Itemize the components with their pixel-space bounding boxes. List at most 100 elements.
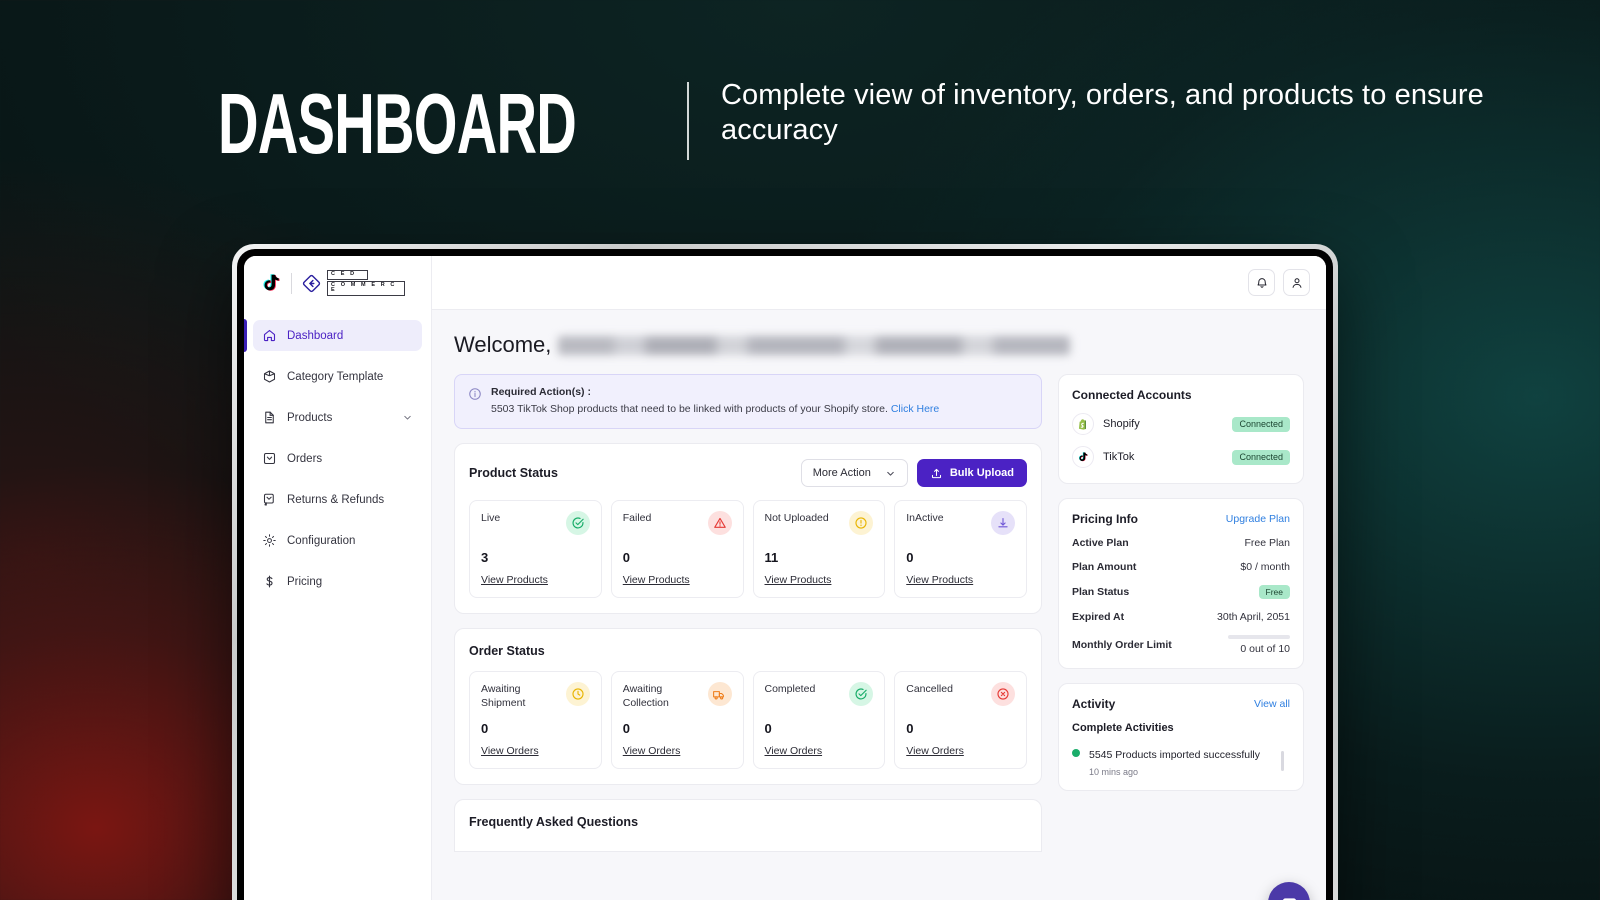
- device-frame: C E D C O M M E R C E Dashboard Category…: [232, 244, 1338, 900]
- activity-header: Activity View all: [1072, 697, 1290, 711]
- truck-icon: [707, 682, 732, 707]
- return-icon: [263, 493, 274, 506]
- chevron-down-icon: [887, 471, 894, 476]
- dollar-icon: [266, 575, 273, 588]
- sidebar-item-configuration[interactable]: Configuration: [253, 525, 422, 556]
- activity-scrollbar[interactable]: [1281, 751, 1284, 771]
- sidebar-item-products[interactable]: Products: [253, 402, 422, 433]
- cancel-circle-icon: [991, 682, 1015, 707]
- upgrade-plan-link[interactable]: Upgrade Plan: [1226, 513, 1290, 525]
- warning-triangle-icon: [707, 511, 732, 536]
- stat-label: Awaiting Collection: [622, 683, 669, 710]
- stat-link-view-products[interactable]: View Products: [481, 574, 590, 586]
- stat-label: Cancelled: [906, 683, 953, 696]
- chevron-down-icon[interactable]: [402, 412, 413, 423]
- sidebar-item-returns-refunds[interactable]: Returns & Refunds: [253, 484, 422, 515]
- activity-card: Activity View all Complete Activities 55…: [1058, 683, 1304, 791]
- profile-button[interactable]: [1283, 269, 1310, 296]
- sidebar-item-label: Orders: [287, 452, 323, 465]
- ced-word-line1: C E D: [327, 270, 368, 280]
- pricing-key: Expired At: [1072, 611, 1125, 623]
- stat-label: Failed: [622, 512, 652, 525]
- stat-link-view-products[interactable]: View Products: [765, 574, 874, 586]
- cedcommerce-logo: C E D C O M M E R C E: [301, 270, 405, 296]
- sidebar-item-category-template[interactable]: Category Template: [253, 361, 422, 392]
- person-icon: [1292, 277, 1301, 288]
- device-bezel: C E D C O M M E R C E Dashboard Category…: [237, 249, 1333, 900]
- order-status-header: Order Status: [469, 644, 1027, 658]
- activity-item: 5545 Products imported successfully 10 m…: [1072, 745, 1290, 777]
- alert-body: Required Action(s) : 5503 TikTok Shop pr…: [491, 386, 939, 417]
- product-status-cards: Live 3 View Products Failed 0 View Produ…: [469, 500, 1027, 599]
- stat-label: Awaiting Shipment: [481, 683, 526, 710]
- stat-card-live[interactable]: Live 3 View Products: [469, 500, 602, 599]
- notifications-button[interactable]: [1248, 269, 1275, 296]
- main-area: Welcome, Required Action(s) : 5503 TikTo…: [432, 256, 1326, 900]
- stat-card-awaiting-shipment[interactable]: Awaiting Shipment 0 View Orders: [469, 671, 602, 770]
- alert-title: Required Action(s) :: [491, 386, 591, 398]
- pricing-info-card: Pricing Info Upgrade Plan Active Plan Fr…: [1058, 498, 1304, 669]
- stat-link-view-products[interactable]: View Products: [906, 574, 1015, 586]
- pricing-value: 30th April, 2051: [1217, 611, 1290, 623]
- sidebar-item-label: Category Template: [287, 370, 384, 383]
- gear-icon: [263, 534, 276, 547]
- alert-click-here-link[interactable]: Click Here: [891, 403, 939, 415]
- stat-link-view-orders[interactable]: View Orders: [623, 745, 732, 757]
- stat-link-view-orders[interactable]: View Orders: [906, 745, 1015, 757]
- bulk-upload-label: Bulk Upload: [949, 467, 1014, 480]
- stat-card-awaiting-collection[interactable]: Awaiting Collection 0 View Orders: [610, 671, 744, 770]
- sidebar-item-orders[interactable]: Orders: [253, 443, 422, 474]
- stat-card-completed[interactable]: Completed 0 View Orders: [752, 671, 886, 770]
- activity-item-text: 5545 Products imported successfully: [1089, 749, 1260, 761]
- stat-top: Awaiting Shipment: [481, 682, 590, 710]
- stat-card-cancelled[interactable]: Cancelled 0 View Orders: [894, 671, 1027, 770]
- activity-list: 5545 Products imported successfully 10 m…: [1072, 745, 1290, 777]
- order-limit-progress-bar: [1228, 635, 1290, 639]
- stat-card-failed[interactable]: Failed 0 View Products: [610, 500, 744, 599]
- sidebar-item-label: Products: [287, 411, 333, 424]
- activity-view-all-link[interactable]: View all: [1254, 698, 1290, 710]
- left-column: Required Action(s) : 5503 TikTok Shop pr…: [454, 374, 1042, 853]
- sidebar-item-dashboard[interactable]: Dashboard: [244, 319, 422, 352]
- pricing-row-monthly-order-limit: Monthly Order Limit 0 out of 10: [1072, 635, 1290, 655]
- activity-item-time: 10 mins ago: [1089, 767, 1139, 777]
- connected-accounts-header: Connected Accounts: [1072, 388, 1290, 402]
- pricing-key: Monthly Order Limit: [1072, 639, 1172, 651]
- account-row-shopify: Shopify Connected: [1072, 413, 1290, 435]
- sidebar-nav: Dashboard Category Template Products Ord…: [244, 310, 431, 597]
- home-icon: [263, 329, 276, 342]
- stat-link-view-orders[interactable]: View Orders: [765, 745, 874, 757]
- stat-label: InActive: [906, 512, 944, 525]
- required-action-alert: Required Action(s) : 5503 TikTok Shop pr…: [454, 374, 1042, 430]
- welcome-text: Welcome,: [454, 332, 552, 357]
- pricing-row-active-plan: Active Plan Free Plan: [1072, 537, 1290, 549]
- sidebar-item-pricing[interactable]: Pricing: [253, 566, 422, 597]
- info-icon: [469, 388, 481, 400]
- stat-top: Not Uploaded: [765, 511, 874, 536]
- stat-card-not-uploaded[interactable]: Not Uploaded 11 View Products: [752, 500, 886, 599]
- faq-title: Frequently Asked Questions: [469, 815, 639, 830]
- activity-title: Activity: [1072, 697, 1116, 711]
- stat-card-inactive[interactable]: InActive 0 View Products: [894, 500, 1027, 599]
- topbar: [432, 256, 1326, 310]
- stat-value: 0: [764, 721, 772, 737]
- stat-value: 0: [906, 721, 914, 737]
- account-name: TikTok: [1103, 451, 1135, 463]
- stat-top: Cancelled: [906, 682, 1015, 707]
- stat-link-view-products[interactable]: View Products: [623, 574, 732, 586]
- pricing-info-header: Pricing Info Upgrade Plan: [1072, 512, 1290, 526]
- account-name: Shopify: [1103, 418, 1140, 430]
- stat-link-view-orders[interactable]: View Orders: [481, 745, 590, 757]
- sidebar-item-label: Pricing: [287, 575, 323, 588]
- banner-title: DASHBOARD: [218, 77, 577, 172]
- more-action-dropdown[interactable]: More Action: [800, 459, 908, 488]
- ced-diamond-icon: [302, 274, 321, 292]
- pricing-row-plan-amount: Plan Amount $0 / month: [1072, 561, 1290, 573]
- order-status-cards: Awaiting Shipment 0 View Orders Awaiting…: [469, 671, 1027, 770]
- stat-value: 0: [906, 550, 914, 566]
- stat-label: Completed: [764, 683, 816, 696]
- pricing-key: Active Plan: [1072, 537, 1129, 549]
- download-icon: [991, 511, 1015, 536]
- bulk-upload-button[interactable]: Bulk Upload: [916, 459, 1027, 488]
- pricing-key: Plan Amount: [1072, 561, 1137, 573]
